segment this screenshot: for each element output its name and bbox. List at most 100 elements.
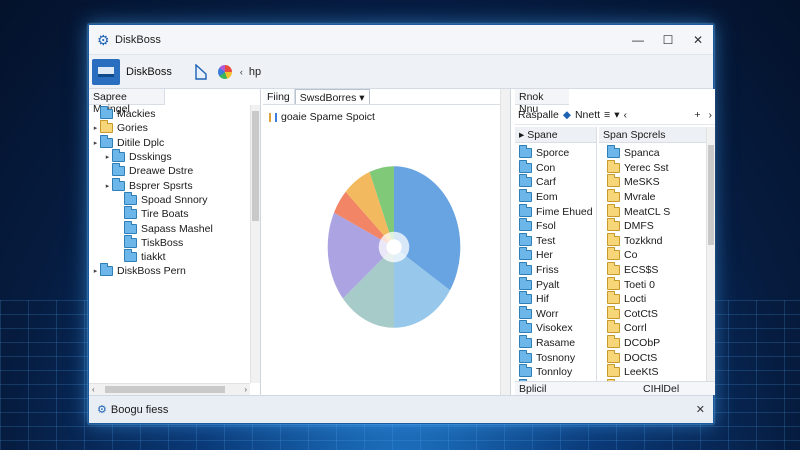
list-item[interactable]: Tonnloy bbox=[515, 364, 596, 380]
list-item-label: Test bbox=[536, 234, 556, 247]
more-icon[interactable]: › bbox=[709, 109, 713, 121]
status-close-icon[interactable]: ✕ bbox=[696, 403, 705, 416]
list-item-label: Carf bbox=[536, 176, 556, 189]
tree-pane-header[interactable]: Sapree Maingel bbox=[89, 89, 165, 115]
folder-icon bbox=[519, 291, 532, 305]
tree-item[interactable]: ▸ DiskBoss Pern bbox=[89, 263, 260, 278]
list-item[interactable]: MeatCL S bbox=[599, 203, 715, 219]
expand-arrow-icon[interactable]: ▸ bbox=[91, 124, 100, 132]
column-sort-icon: ▸ bbox=[519, 129, 528, 141]
list-item[interactable]: Fsol bbox=[515, 218, 596, 234]
folder-icon bbox=[607, 305, 620, 319]
list-item[interactable]: Mvrale bbox=[599, 189, 715, 205]
tree-item[interactable]: Tire Boats bbox=[89, 206, 260, 221]
list-item[interactable]: Con bbox=[515, 159, 596, 176]
filter-icon[interactable]: ◆ bbox=[563, 109, 571, 121]
list-item[interactable]: LeeKtS bbox=[599, 364, 715, 380]
pie-chart-icon[interactable] bbox=[216, 63, 234, 81]
list-item[interactable]: Test bbox=[515, 232, 596, 249]
expand-arrow-icon[interactable]: ▸ bbox=[103, 182, 112, 190]
list-item[interactable]: DMFS bbox=[599, 218, 715, 234]
bookmark-icon[interactable] bbox=[192, 63, 210, 81]
list-item[interactable]: Carf bbox=[515, 174, 596, 190]
expand-arrow-icon[interactable]: ▸ bbox=[91, 139, 100, 147]
app-logo-icon[interactable] bbox=[92, 58, 120, 85]
chart-vertical-scrollbar[interactable] bbox=[500, 89, 510, 395]
list-item[interactable]: Pyalt bbox=[515, 276, 596, 292]
details-vertical-scrollbar[interactable] bbox=[706, 127, 715, 381]
list-item[interactable]: Hif bbox=[515, 291, 596, 307]
list-item[interactable]: Toeti 0 bbox=[599, 276, 715, 292]
list-item[interactable]: Eom bbox=[515, 189, 596, 205]
footer-right[interactable]: CIHlDel bbox=[639, 382, 683, 395]
tab-fiing[interactable]: Fiing bbox=[263, 89, 295, 104]
list-item[interactable]: Yerec Sst bbox=[599, 159, 715, 176]
details-toolbar-label[interactable]: Raspalle bbox=[518, 109, 559, 121]
folder-icon bbox=[519, 262, 532, 276]
list-item[interactable]: Spanca bbox=[599, 145, 715, 161]
tree-item[interactable]: ▸ Dsskings bbox=[89, 149, 260, 164]
tree-item[interactable]: ▸ Bsprer Spsrts bbox=[89, 177, 260, 192]
maximize-button[interactable]: ☐ bbox=[653, 25, 683, 54]
tree-item[interactable]: Dreawe Dstre bbox=[89, 163, 260, 178]
tree-vertical-scrollbar[interactable] bbox=[250, 105, 260, 383]
add-icon[interactable]: + bbox=[694, 109, 700, 121]
expand-left-icon[interactable]: ‹ bbox=[623, 109, 627, 121]
menu-icon[interactable]: ≡ bbox=[604, 109, 610, 121]
list-item[interactable]: Tozkknd bbox=[599, 232, 715, 249]
list-item[interactable]: Co bbox=[599, 247, 715, 263]
list-item-label: Mvrale bbox=[624, 191, 656, 204]
minimize-button[interactable]: — bbox=[623, 25, 653, 54]
footer-left[interactable]: Bplicil bbox=[515, 382, 599, 395]
list-item[interactable]: Sporce bbox=[515, 145, 596, 161]
details-toolbar-text[interactable]: Nnett bbox=[575, 109, 600, 121]
list-item[interactable]: Worr bbox=[515, 305, 596, 322]
folder-icon bbox=[519, 174, 532, 188]
list-item[interactable]: CotCtS bbox=[599, 305, 715, 322]
list-item-label: Co bbox=[624, 249, 638, 262]
tab-swsdborres[interactable]: SwsdBorres ▾ bbox=[294, 89, 370, 104]
folder-icon bbox=[607, 174, 620, 188]
list-item[interactable]: DOCtS bbox=[599, 349, 715, 365]
dropdown-arrow-icon[interactable]: ‹ bbox=[240, 67, 243, 77]
list-item[interactable]: Her bbox=[515, 247, 596, 263]
tree-item[interactable]: TiskBoss bbox=[89, 234, 260, 250]
close-button[interactable]: ✕ bbox=[683, 25, 713, 54]
tree-item[interactable]: Spoad Snnory bbox=[89, 191, 260, 207]
folder-icon bbox=[607, 335, 620, 349]
list-item[interactable]: Fime Ehued bbox=[515, 203, 596, 219]
right-column-header[interactable]: Span Spcrels bbox=[599, 127, 715, 143]
details-right-list: Spanca Yerec Sst MeSKS Mvrale MeatCL S DMFS To… bbox=[599, 143, 715, 409]
tree-item[interactable]: tiakkt bbox=[89, 249, 260, 264]
tree-item[interactable]: ▸ Gories bbox=[89, 120, 260, 135]
folder-icon bbox=[519, 232, 532, 246]
list-item-label: DOCtS bbox=[624, 351, 658, 364]
expand-arrow-icon[interactable]: ▸ bbox=[103, 153, 112, 161]
tree-item[interactable]: Sapass Mashel bbox=[89, 220, 260, 235]
list-item[interactable]: DCObP bbox=[599, 335, 715, 351]
list-item[interactable]: Friss bbox=[515, 262, 596, 278]
toolbar-text-item[interactable]: hp bbox=[249, 66, 261, 78]
list-item[interactable]: Locti bbox=[599, 291, 715, 307]
list-item[interactable]: Visokex bbox=[515, 320, 596, 336]
list-item[interactable]: MeSKS bbox=[599, 174, 715, 190]
list-item[interactable]: Rasame bbox=[515, 335, 596, 351]
tree-horizontal-scrollbar[interactable]: ‹ › bbox=[89, 383, 250, 395]
left-column-header[interactable]: ▸ Spane bbox=[515, 127, 596, 143]
scroll-right-icon[interactable]: › bbox=[244, 385, 247, 394]
tree-item-label: Sapass Mashel bbox=[141, 222, 213, 235]
scroll-left-icon[interactable]: ‹ bbox=[92, 385, 95, 394]
title-bar[interactable]: ⚙ DiskBoss — ☐ ✕ bbox=[89, 25, 713, 55]
list-item[interactable]: Tosnony bbox=[515, 349, 596, 365]
list-item[interactable]: ECS$S bbox=[599, 262, 715, 278]
pie-chart-svg bbox=[327, 166, 461, 328]
details-pane-header[interactable]: Rnok Nnu bbox=[515, 89, 569, 115]
folder-icon bbox=[124, 220, 137, 234]
tree-item[interactable]: ▸ Ditile Dplc bbox=[89, 134, 260, 150]
list-item[interactable]: Corrl bbox=[599, 320, 715, 336]
expand-arrow-icon[interactable]: ▸ bbox=[91, 267, 100, 275]
sort-icon[interactable]: ▾ bbox=[614, 109, 619, 121]
list-item-label: CotCtS bbox=[624, 307, 658, 320]
folder-icon bbox=[112, 177, 125, 191]
pie-chart[interactable] bbox=[309, 147, 479, 347]
